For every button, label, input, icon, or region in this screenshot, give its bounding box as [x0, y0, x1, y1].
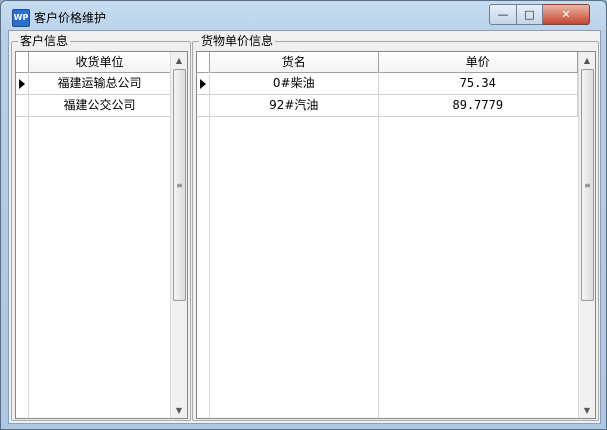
column-divider	[378, 72, 379, 418]
maximize-button[interactable]: □	[517, 4, 543, 25]
row-selector[interactable]	[16, 95, 29, 116]
price-row[interactable]: 0#柴油 75.34	[197, 73, 578, 95]
window-controls: — □ ✕	[489, 4, 590, 25]
customer-row[interactable]: 福建公交公司	[16, 95, 171, 117]
price-grid-scrollbar[interactable]: ▲ ≡ ▼	[578, 52, 595, 418]
row-header-divider	[28, 72, 29, 418]
title-bar[interactable]: WP 客户价格维护 — □ ✕	[1, 1, 606, 31]
price-grid[interactable]: 货名 单价 0#柴油 75.34 92#汽油 89.7779 ▲ ≡ ▼	[196, 51, 596, 419]
current-row-arrow-icon	[18, 78, 25, 89]
customer-grid-header: 收货单位	[16, 52, 171, 73]
app-icon: WP	[12, 9, 30, 27]
receiver-cell[interactable]: 福建公交公司	[29, 95, 171, 116]
scroll-thumb[interactable]: ≡	[581, 69, 594, 301]
row-header-corner	[16, 52, 29, 72]
row-header-divider	[209, 72, 210, 418]
price-info-label: 货物单价信息	[199, 34, 276, 48]
row-header-corner	[197, 52, 210, 72]
window-client-area: 客户信息 收货单位 福建运输总公司 福建公交公司 ▲ ≡ ▼ 货物单价信息 货名…	[8, 30, 601, 424]
price-cell[interactable]: 89.7779	[379, 95, 578, 116]
window-title: 客户价格维护	[34, 11, 107, 25]
grip-icon: ≡	[584, 180, 591, 190]
item-cell[interactable]: 92#汽油	[210, 95, 379, 116]
price-grid-header: 货名 单价	[197, 52, 578, 73]
column-header-receiver[interactable]: 收货单位	[28, 52, 171, 72]
customer-grid-scrollbar[interactable]: ▲ ≡ ▼	[170, 52, 187, 418]
scroll-up-arrow-icon[interactable]: ▲	[579, 52, 595, 68]
scroll-down-arrow-icon[interactable]: ▼	[579, 402, 595, 418]
current-row-arrow-icon	[199, 78, 206, 89]
customer-grid-body: 福建运输总公司 福建公交公司	[16, 73, 171, 117]
price-cell[interactable]: 75.34	[379, 73, 578, 94]
price-info-group: 货物单价信息 货名 单价 0#柴油 75.34 92#汽油 89.7779 ▲ …	[192, 34, 599, 421]
customer-info-label: 客户信息	[18, 34, 71, 48]
scroll-thumb[interactable]: ≡	[173, 69, 186, 301]
price-grid-body: 0#柴油 75.34 92#汽油 89.7779	[197, 73, 578, 117]
column-header-price[interactable]: 单价	[378, 52, 578, 72]
grip-icon: ≡	[176, 180, 183, 190]
close-button[interactable]: ✕	[543, 4, 590, 25]
item-cell[interactable]: 0#柴油	[210, 73, 379, 94]
price-row[interactable]: 92#汽油 89.7779	[197, 95, 578, 117]
minimize-button[interactable]: —	[489, 4, 517, 25]
receiver-cell[interactable]: 福建运输总公司	[29, 73, 171, 94]
customer-row[interactable]: 福建运输总公司	[16, 73, 171, 95]
customer-grid[interactable]: 收货单位 福建运输总公司 福建公交公司 ▲ ≡ ▼	[15, 51, 188, 419]
scroll-up-arrow-icon[interactable]: ▲	[171, 52, 187, 68]
customer-info-group: 客户信息 收货单位 福建运输总公司 福建公交公司 ▲ ≡ ▼	[11, 34, 191, 421]
scroll-down-arrow-icon[interactable]: ▼	[171, 402, 187, 418]
column-header-item[interactable]: 货名	[209, 52, 379, 72]
app-window: WP 客户价格维护 — □ ✕ 客户信息 收货单位 福建运输总公司 福建公交公司…	[0, 0, 607, 430]
row-selector[interactable]	[16, 73, 29, 94]
